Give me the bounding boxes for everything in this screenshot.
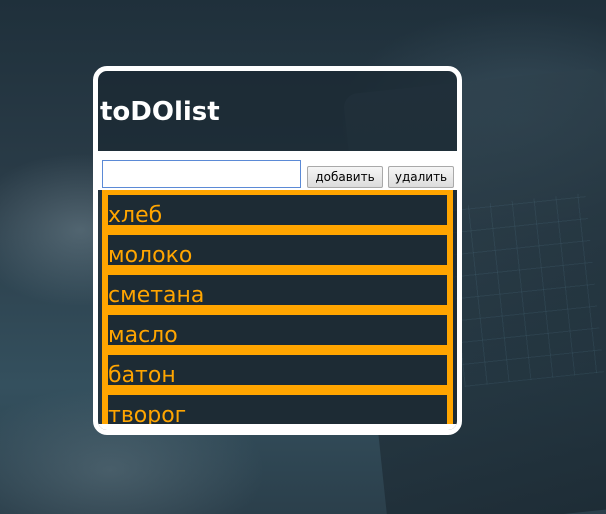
todo-list: хлеб молоко сметана масло батон творог [102, 190, 453, 429]
list-item[interactable]: сметана [108, 275, 447, 305]
list-item[interactable]: творог [108, 395, 447, 425]
delete-button[interactable]: удалить [388, 166, 454, 188]
card-bottom-edge [98, 424, 457, 430]
list-item[interactable]: молоко [108, 235, 447, 265]
task-input[interactable] [102, 160, 301, 188]
todo-app-card: toDOlist добавить удалить хлеб молоко см… [93, 66, 462, 435]
add-button[interactable]: добавить [307, 166, 383, 188]
background-screen-image [445, 193, 605, 387]
list-item[interactable]: батон [108, 355, 447, 385]
controls-bar: добавить удалить [98, 156, 457, 190]
app-title: toDOlist [100, 97, 220, 127]
list-item[interactable]: масло [108, 315, 447, 345]
list-item[interactable]: хлеб [108, 195, 447, 225]
